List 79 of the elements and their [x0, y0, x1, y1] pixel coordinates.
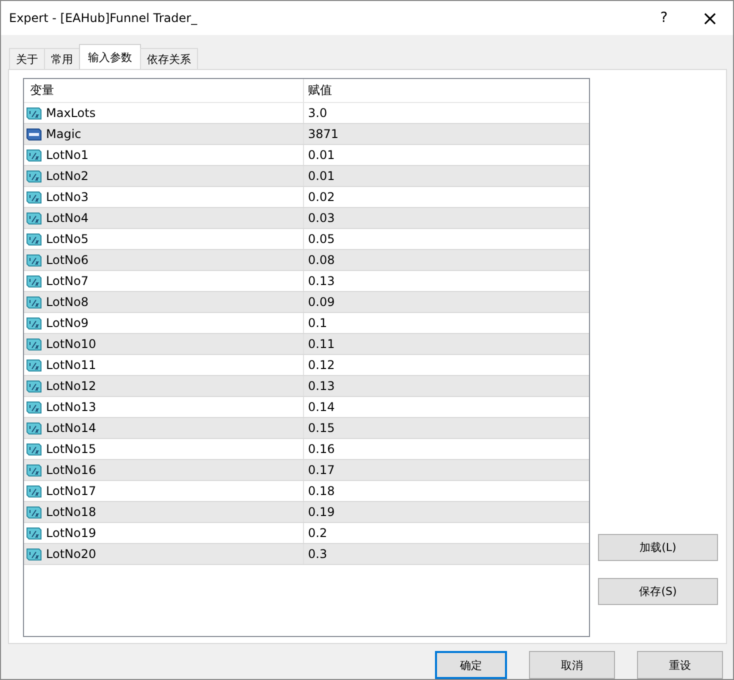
- parameter-name[interactable]: Magic: [46, 127, 82, 141]
- double-type-icon: [26, 232, 42, 246]
- double-type-icon: [26, 421, 42, 435]
- parameter-value[interactable]: 0.2: [308, 526, 328, 540]
- double-type-icon: [26, 505, 42, 519]
- double-type-icon: [26, 295, 42, 309]
- parameter-name[interactable]: LotNo15: [46, 442, 96, 456]
- parameter-name[interactable]: LotNo13: [46, 400, 96, 414]
- parameter-value[interactable]: 0.15: [308, 421, 335, 435]
- parameter-value[interactable]: 0.09: [308, 295, 335, 309]
- double-type-icon: [26, 358, 42, 372]
- parameter-name[interactable]: LotNo12: [46, 379, 96, 393]
- parameter-name[interactable]: LotNo16: [46, 463, 96, 477]
- parameter-value[interactable]: 0.11: [308, 337, 335, 351]
- parameter-value[interactable]: 0.12: [308, 358, 335, 372]
- parameter-value[interactable]: 3.0: [308, 106, 328, 120]
- dialog-button[interactable]: 取消: [529, 651, 615, 679]
- parameter-name[interactable]: LotNo3: [46, 190, 88, 204]
- double-type-icon: [26, 379, 42, 393]
- double-type-icon: [26, 316, 42, 330]
- help-button[interactable]: ?: [641, 1, 687, 35]
- parameter-value[interactable]: 0.03: [308, 211, 335, 225]
- column-header[interactable]: 变量: [24, 79, 304, 102]
- double-type-icon: [26, 169, 42, 183]
- double-type-icon: [26, 106, 42, 120]
- parameter-value[interactable]: 0.14: [308, 400, 335, 414]
- double-type-icon: [26, 253, 42, 267]
- close-button[interactable]: ×: [687, 1, 733, 35]
- integer-type-icon: [26, 127, 42, 141]
- parameter-name[interactable]: LotNo6: [46, 253, 88, 267]
- parameter-value[interactable]: 0.3: [308, 547, 328, 561]
- tab[interactable]: 关于: [9, 48, 45, 69]
- dialog-button[interactable]: 重设: [637, 651, 723, 679]
- dialog-button[interactable]: 确定: [435, 651, 507, 679]
- parameter-value[interactable]: 0.17: [308, 463, 335, 477]
- parameter-name[interactable]: LotNo5: [46, 232, 88, 246]
- double-type-icon: [26, 484, 42, 498]
- double-type-icon: [26, 148, 42, 162]
- tab[interactable]: 依存关系: [140, 48, 198, 69]
- parameter-value[interactable]: 0.01: [308, 169, 335, 183]
- parameter-name[interactable]: LotNo20: [46, 547, 96, 561]
- parameter-value[interactable]: 0.13: [308, 379, 335, 393]
- parameter-name[interactable]: LotNo10: [46, 337, 96, 351]
- parameter-value[interactable]: 0.13: [308, 274, 335, 288]
- parameter-name[interactable]: LotNo2: [46, 169, 88, 183]
- parameter-value[interactable]: 0.1: [308, 316, 328, 330]
- column-header[interactable]: 赋值: [304, 79, 589, 102]
- double-type-icon: [26, 442, 42, 456]
- parameter-value[interactable]: 0.05: [308, 232, 335, 246]
- parameter-value[interactable]: 0.18: [308, 484, 335, 498]
- parameter-name[interactable]: LotNo17: [46, 484, 96, 498]
- double-type-icon: [26, 463, 42, 477]
- parameter-value[interactable]: 0.02: [308, 190, 335, 204]
- parameter-name[interactable]: LotNo1: [46, 148, 88, 162]
- parameter-name[interactable]: LotNo18: [46, 505, 96, 519]
- double-type-icon: [26, 190, 42, 204]
- double-type-icon: [26, 211, 42, 225]
- double-type-icon: [26, 400, 42, 414]
- parameter-value[interactable]: 0.01: [308, 148, 335, 162]
- parameter-value[interactable]: 0.16: [308, 442, 335, 456]
- double-type-icon: [26, 526, 42, 540]
- double-type-icon: [26, 337, 42, 351]
- double-type-icon: [26, 547, 42, 561]
- parameter-name[interactable]: MaxLots: [46, 106, 96, 120]
- tab[interactable]: 输入参数: [79, 44, 141, 69]
- parameter-value[interactable]: 0.19: [308, 505, 335, 519]
- parameter-name[interactable]: LotNo14: [46, 421, 96, 435]
- parameter-name[interactable]: LotNo4: [46, 211, 88, 225]
- parameter-value[interactable]: 3871: [308, 127, 339, 141]
- parameter-name[interactable]: LotNo9: [46, 316, 88, 330]
- double-type-icon: [26, 274, 42, 288]
- parameter-name[interactable]: LotNo11: [46, 358, 96, 372]
- parameter-value[interactable]: 0.08: [308, 253, 335, 267]
- side-button[interactable]: 保存(S): [598, 578, 718, 605]
- parameter-name[interactable]: LotNo19: [46, 526, 96, 540]
- parameter-name[interactable]: LotNo8: [46, 295, 88, 309]
- window-title: Expert - [EAHub]Funnel Trader_: [9, 11, 198, 25]
- side-button[interactable]: 加载(L): [598, 534, 718, 561]
- parameter-name[interactable]: LotNo7: [46, 274, 88, 288]
